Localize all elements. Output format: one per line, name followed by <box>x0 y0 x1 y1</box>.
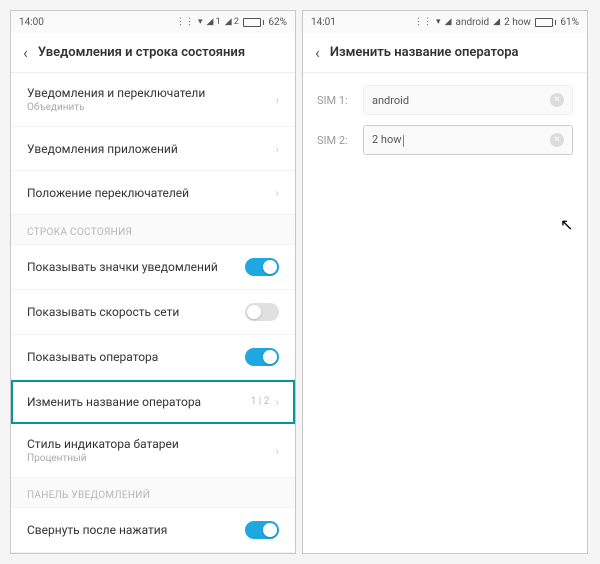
toggle-switch[interactable] <box>245 348 279 366</box>
clear-icon[interactable]: × <box>550 93 564 107</box>
sim-1-value: android <box>372 94 409 107</box>
row-app-notif[interactable]: Уведомления приложений › <box>11 127 295 171</box>
row-label: Изменить название оператора <box>27 395 201 409</box>
back-icon[interactable]: ‹ <box>315 43 320 62</box>
sim-1-input[interactable]: android × <box>363 85 573 115</box>
toggle-switch[interactable] <box>245 303 279 321</box>
toggle-switch[interactable] <box>245 258 279 276</box>
signal-2-icon: ◢ <box>493 18 500 27</box>
row-label: Свернуть после нажатия <box>27 523 167 537</box>
chevron-right-icon: › <box>275 142 279 156</box>
signal-1-icon: ◢ 1 <box>206 18 220 27</box>
status-right: ⋮⋮ ▾ ◢ 1 ◢ 2 62% <box>176 17 287 28</box>
battery-indicator <box>535 18 557 27</box>
wifi-icon: ▾ <box>436 18 441 27</box>
row-label: Показывать значки уведомлений <box>27 260 218 274</box>
row-sub: Процентный <box>27 453 179 464</box>
row-notif-toggle[interactable]: Уведомления и переключатели Объединить › <box>11 73 295 127</box>
sim-1-row: SIM 1: android × <box>317 85 573 115</box>
carrier-2: 2 how <box>504 17 531 28</box>
chevron-right-icon: › <box>275 395 279 409</box>
row-change-operator[interactable]: Изменить название оператора 1 | 2 › <box>11 380 295 424</box>
signal-2-icon: ◢ 2 <box>225 18 239 27</box>
chevron-right-icon: › <box>275 444 279 458</box>
row-collapse-after-tap[interactable]: Свернуть после нажатия <box>11 508 295 553</box>
content: SIM 1: android × SIM 2: 2 how × <box>303 73 587 553</box>
row-label: Стиль индикатора батареи <box>27 437 179 451</box>
row-label: Уведомления приложений <box>27 142 178 156</box>
text-caret <box>403 135 404 147</box>
carrier-1: android <box>456 17 490 28</box>
mouse-cursor-icon: ↖ <box>560 215 573 234</box>
row-label: Показывать оператора <box>27 350 158 364</box>
section-status-bar: СТРОКА СОСТОЯНИЯ <box>11 215 295 245</box>
status-time: 14:01 <box>311 17 336 28</box>
battery-indicator <box>243 18 265 27</box>
sim-2-row: SIM 2: 2 how × <box>317 125 573 155</box>
left-screen: 14:00 ⋮⋮ ▾ ◢ 1 ◢ 2 62% ‹ Уведомления и с… <box>10 10 296 554</box>
row-label: Уведомления и переключатели <box>27 86 205 100</box>
content: Уведомления и переключатели Объединить ›… <box>11 73 295 553</box>
sim-2-label: SIM 2: <box>317 134 353 147</box>
status-right: ⋮⋮ ▾ ◢ android ◢ 2 how 61% <box>414 17 579 28</box>
section-notif-panel: ПАНЕЛЬ УВЕДОМЛЕНИЙ <box>11 478 295 508</box>
battery-pct: 61% <box>560 17 579 28</box>
row-show-speed[interactable]: Показывать скорость сети <box>11 290 295 335</box>
row-sub: Объединить <box>27 102 205 113</box>
chevron-right-icon: › <box>275 186 279 200</box>
row-side-text: 1 | 2 <box>251 396 270 407</box>
page-title: Уведомления и строка состояния <box>38 45 245 60</box>
row-show-icons[interactable]: Показывать значки уведомлений <box>11 245 295 290</box>
app-header: ‹ Уведомления и строка состояния <box>11 33 295 73</box>
right-screen: 14:01 ⋮⋮ ▾ ◢ android ◢ 2 how 61% ‹ Измен… <box>302 10 588 554</box>
sim-1-label: SIM 1: <box>317 94 353 107</box>
row-show-operator[interactable]: Показывать оператора <box>11 335 295 380</box>
sim-2-value: 2 how <box>372 133 404 146</box>
app-header: ‹ Изменить название оператора <box>303 33 587 73</box>
page-title: Изменить название оператора <box>330 45 519 60</box>
wifi-icon: ▾ <box>198 18 203 27</box>
back-icon[interactable]: ‹ <box>23 43 28 62</box>
status-bar: 14:01 ⋮⋮ ▾ ◢ android ◢ 2 how 61% <box>303 11 587 33</box>
row-label: Положение переключателей <box>27 186 189 200</box>
toggle-switch[interactable] <box>245 521 279 539</box>
bluetooth-icon: ⋮⋮ <box>176 18 194 27</box>
sim-2-input[interactable]: 2 how × <box>363 125 573 155</box>
sim-block: SIM 1: android × SIM 2: 2 how × <box>303 73 587 167</box>
chevron-right-icon: › <box>275 93 279 107</box>
row-label: Показывать скорость сети <box>27 305 179 319</box>
battery-pct: 62% <box>268 17 287 28</box>
bluetooth-icon: ⋮⋮ <box>414 18 432 27</box>
status-time: 14:00 <box>19 17 44 28</box>
row-battery-style[interactable]: Стиль индикатора батареи Процентный › <box>11 424 295 478</box>
status-bar: 14:00 ⋮⋮ ▾ ◢ 1 ◢ 2 62% <box>11 11 295 33</box>
row-toggle-pos[interactable]: Положение переключателей › <box>11 171 295 215</box>
signal-1-icon: ◢ <box>445 18 452 27</box>
clear-icon[interactable]: × <box>550 133 564 147</box>
